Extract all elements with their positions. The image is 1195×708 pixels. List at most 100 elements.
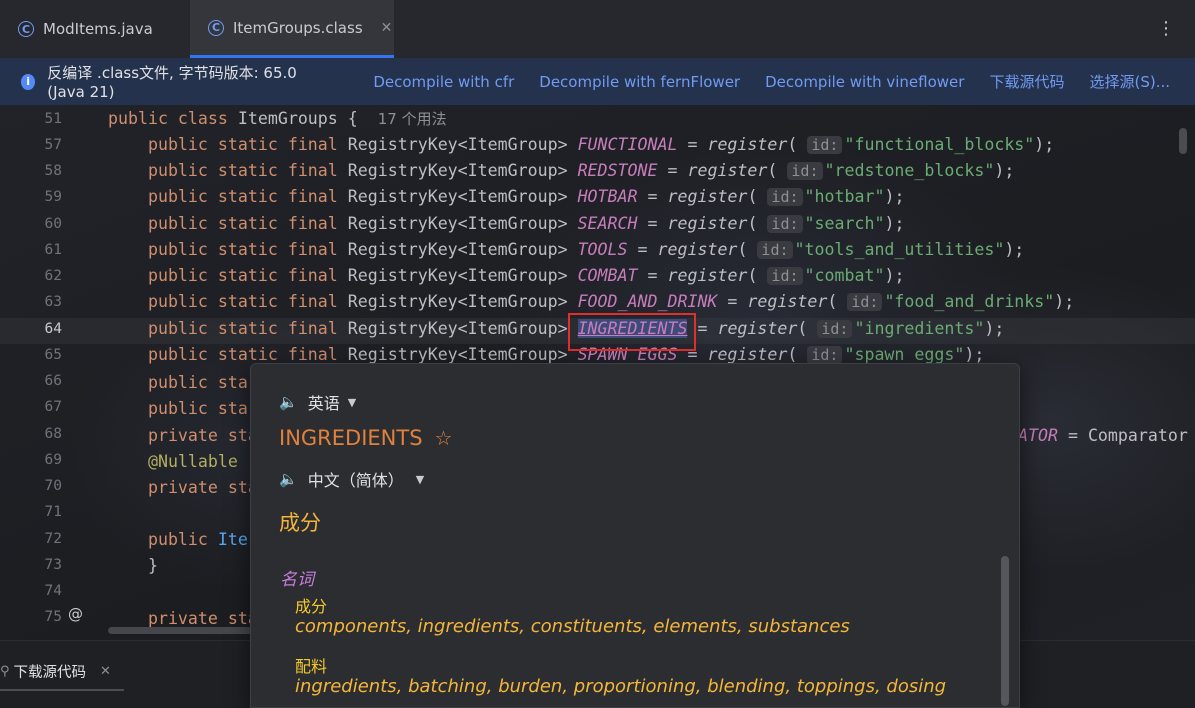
- line-number: 67: [44, 399, 62, 415]
- code-line: private sta: [108, 426, 258, 445]
- line-number: 72: [44, 531, 62, 547]
- usages-hint[interactable]: 17 个用法: [378, 110, 447, 128]
- source-language-select[interactable]: 英语: [308, 390, 340, 414]
- decompile-banner: i 反编译 .class文件, 字节码版本: 65.0 (Java 21) De…: [0, 58, 1195, 105]
- close-icon[interactable]: ✕: [381, 20, 393, 36]
- info-icon: i: [21, 73, 36, 90]
- string-literal: "functional_blocks": [844, 135, 1035, 154]
- code-line: public Ite: [108, 530, 248, 549]
- string-literal: "search": [804, 214, 885, 233]
- string-literal: "redstone_blocks": [824, 161, 995, 180]
- line-number: 57: [44, 137, 62, 153]
- target-language-select[interactable]: 中文（简体）: [308, 467, 404, 491]
- code-line: @Nullable: [147, 452, 238, 471]
- banner-text: 反编译 .class文件, 字节码版本: 65.0 (Java 21): [47, 64, 297, 101]
- more-options-icon[interactable]: ⋮: [1157, 18, 1175, 39]
- sense-meaning: 成分: [295, 597, 328, 616]
- line-number: 59: [44, 189, 62, 205]
- line-number: 71: [44, 504, 62, 520]
- line-number: 58: [44, 163, 62, 179]
- line-number: 64: [44, 321, 62, 337]
- class-icon: C: [208, 19, 224, 36]
- line-number: 60: [44, 216, 62, 232]
- chevron-down-icon[interactable]: ▼: [348, 396, 356, 409]
- field-name[interactable]: REDSTONE: [578, 161, 658, 180]
- sense-synonyms: ingredients, batching, burden, proportio…: [295, 676, 947, 697]
- parameter-hint: id:: [757, 241, 793, 259]
- parameter-hint: id:: [787, 162, 823, 180]
- field-name[interactable]: COMBAT: [578, 266, 638, 285]
- chevron-down-icon[interactable]: ▼: [416, 473, 424, 486]
- string-literal: "food_and_drinks": [884, 292, 1055, 311]
- code-line: public sta: [108, 399, 248, 418]
- parameter-hint: id:: [767, 188, 803, 206]
- tool-tab-download-source[interactable]: ⚲ 下载源代码 ✕: [0, 653, 124, 691]
- download-source-link[interactable]: 下载源代码: [989, 71, 1064, 92]
- field-declaration-line: public static final RegistryKey<ItemGrou…: [108, 240, 1025, 259]
- code-line: private sta: [108, 478, 258, 497]
- sense-meaning: 配料: [295, 657, 328, 676]
- source-word: INGREDIENTS: [279, 426, 423, 450]
- parameter-hint: id:: [807, 346, 843, 364]
- field-declaration-line: public static final RegistryKey<ItemGrou…: [108, 292, 1075, 311]
- string-literal: "hotbar": [804, 187, 885, 206]
- field-declaration-line: public static final RegistryKey<ItemGrou…: [108, 161, 1015, 180]
- line-number: 62: [44, 268, 62, 284]
- speaker-icon[interactable]: 🔈: [279, 393, 298, 411]
- parameter-hint: id:: [767, 215, 803, 233]
- popup-scrollbar[interactable]: [1001, 556, 1009, 706]
- line-number: 70: [44, 478, 62, 494]
- line-number: 61: [44, 242, 62, 258]
- decompile-cfr-link[interactable]: Decompile with cfr: [373, 73, 514, 91]
- code-line: public class ItemGroups { 17 个用法: [108, 109, 447, 128]
- override-marker-icon[interactable]: @: [68, 605, 83, 623]
- tab-itemgroups[interactable]: C ItemGroups.class ✕: [190, 0, 394, 58]
- tab-moditems[interactable]: C ModItems.java: [0, 0, 190, 58]
- field-declaration-line: public static final RegistryKey<ItemGrou…: [108, 214, 905, 233]
- speaker-icon[interactable]: 🔈: [279, 470, 298, 488]
- close-icon[interactable]: ✕: [100, 664, 111, 679]
- line-number: 63: [44, 294, 62, 310]
- string-literal: "combat": [804, 266, 885, 285]
- pin-icon: ⚲: [0, 663, 10, 679]
- field-name[interactable]: FUNCTIONAL: [578, 135, 678, 154]
- vertical-scrollbar[interactable]: [1179, 128, 1187, 154]
- code-line: public sta: [108, 373, 248, 392]
- parameter-hint: id:: [767, 267, 803, 285]
- field-name[interactable]: SEARCH: [578, 214, 638, 233]
- decompile-fernflower-link[interactable]: Decompile with fernFlower: [539, 73, 740, 91]
- tab-label: ModItems.java: [43, 20, 153, 38]
- parameter-hint: id:: [817, 320, 853, 338]
- selection-highlight-box: [568, 313, 696, 351]
- parameter-hint: id:: [807, 136, 843, 154]
- line-number: 69: [44, 452, 62, 468]
- editor-tab-bar: C ModItems.java C ItemGroups.class ✕ ⋮: [0, 0, 1195, 59]
- tool-tab-label: 下载源代码: [13, 664, 87, 681]
- parameter-hint: id:: [847, 293, 883, 311]
- sense-synonyms: components, ingredients, constituents, e…: [295, 616, 850, 637]
- field-name[interactable]: FOOD_AND_DRINK: [578, 292, 718, 311]
- code-line-tail: ATOR = Comparator: [1018, 426, 1188, 445]
- star-icon[interactable]: ☆: [435, 426, 453, 450]
- line-number: 73: [44, 557, 62, 573]
- string-literal: "spawn_eggs": [844, 345, 965, 364]
- field-declaration-line: public static final RegistryKey<ItemGrou…: [108, 266, 905, 285]
- string-literal: "ingredients": [854, 319, 985, 338]
- code-line: }: [147, 556, 158, 575]
- tab-label: ItemGroups.class: [233, 18, 363, 37]
- part-of-speech: 名词: [280, 570, 314, 590]
- field-declaration-line: public static final RegistryKey<ItemGrou…: [108, 135, 1055, 154]
- string-literal: "tools_and_utilities": [794, 240, 1005, 259]
- line-number: 65: [44, 347, 62, 363]
- class-icon: C: [18, 21, 34, 37]
- translation-text: 成分: [279, 511, 321, 535]
- field-name[interactable]: TOOLS: [578, 240, 628, 259]
- choose-source-link[interactable]: 选择源(S)...: [1089, 71, 1170, 92]
- translation-popup: 🔈 英语 ▼ INGREDIENTS ☆ 🔈 中文（简体） ▼ 成分 名词 成分…: [250, 363, 1020, 708]
- field-declaration-line: public static final RegistryKey<ItemGrou…: [108, 319, 1005, 338]
- field-name[interactable]: HOTBAR: [578, 187, 638, 206]
- line-number: 74: [44, 583, 62, 599]
- decompile-vineflower-link[interactable]: Decompile with vineflower: [765, 73, 964, 91]
- line-number: 66: [44, 373, 62, 389]
- line-number: 75: [44, 609, 62, 625]
